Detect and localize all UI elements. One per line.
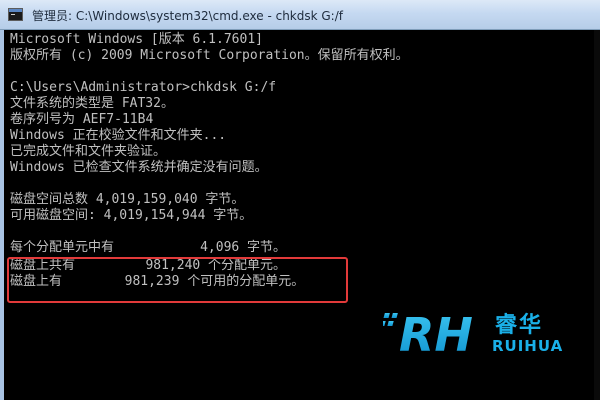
window-title: 管理员: C:\Windows\system32\cmd.exe - chkds… xyxy=(32,9,343,23)
watermark-cn: 睿华 xyxy=(495,313,544,338)
console-line: Microsoft Windows [版本 6.1.7601] xyxy=(10,32,263,47)
watermark: RH 睿华 RUIHUA xyxy=(383,305,562,361)
watermark-en: RUIHUA xyxy=(492,337,564,355)
logo-glyph-dots xyxy=(383,313,398,326)
console-scrollbar[interactable] xyxy=(594,30,600,400)
console-line: 已完成文件和文件夹验证。 xyxy=(10,144,167,159)
console-line: 可用磁盘空间: 4,019,154,944 字节。 xyxy=(10,208,253,223)
cmd-app-icon[interactable] xyxy=(8,8,23,21)
ruihua-logo: RH xyxy=(383,308,473,359)
console-line: 文件系统的类型是 FAT32。 xyxy=(10,96,174,111)
title-bar[interactable]: 管理员: C:\Windows\system32\cmd.exe - chkds… xyxy=(0,0,600,30)
console-line: 版权所有 (c) 2009 Microsoft Corporation。保留所有… xyxy=(10,48,409,63)
console-line: Windows 已检查文件系统并确定没有问题。 xyxy=(10,160,268,175)
console-line: 磁盘空间总数 4,019,159,040 字节。 xyxy=(10,192,245,207)
console-line: C:\Users\Administrator>chkdsk G:/f xyxy=(10,80,277,95)
console-line: 每个分配单元中有 4,096 字节。 xyxy=(10,240,287,255)
console-line: Windows 正在校验文件和文件夹... xyxy=(10,128,227,143)
console-line: 卷序列号为 AEF7-11B4 xyxy=(10,112,154,127)
cmd-window: 管理员: C:\Windows\system32\cmd.exe - chkds… xyxy=(0,0,600,400)
logo-text: RH xyxy=(399,308,473,359)
highlight-box xyxy=(7,257,348,303)
